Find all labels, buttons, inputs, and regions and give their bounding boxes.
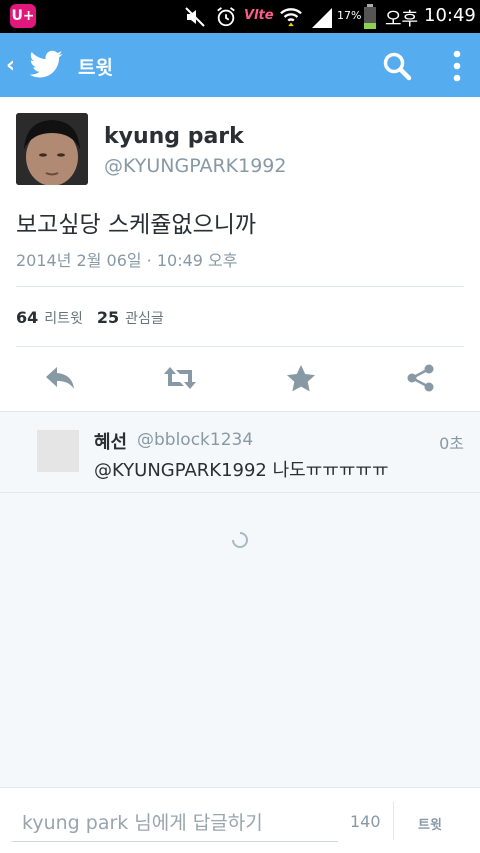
share-icon[interactable] — [405, 363, 437, 393]
alarm-icon — [217, 7, 235, 27]
status-bar: U+ Vlte 17% 오후 10:49 — [0, 0, 480, 33]
volte-indicator: Vlte — [244, 8, 274, 23]
send-tweet-button[interactable]: 트윗 — [418, 814, 442, 833]
favorites-stat[interactable]: 25 관심글 — [97, 308, 164, 327]
reply-compose-bar: 140 트윗 — [0, 787, 480, 853]
avatar[interactable] — [16, 113, 88, 185]
reply-icon[interactable] — [44, 363, 76, 393]
back-chevron-icon[interactable]: ‹ — [6, 53, 15, 78]
wifi-icon — [280, 8, 302, 27]
reply-text: @KYUNGPARK1992 나도ㅠㅠㅠㅠㅠ — [94, 460, 389, 481]
tweet-text: 보고싶당 스케쥴없으니까 — [16, 212, 257, 238]
reply-timestamp: 0초 — [439, 434, 464, 453]
retweet-icon[interactable] — [162, 363, 198, 393]
clock-ampm: 오후 — [385, 9, 419, 30]
action-bar: ‹ 트윗 — [0, 33, 480, 97]
favorite-star-icon[interactable] — [285, 363, 317, 393]
divider — [393, 802, 394, 840]
favorites-label: 관심글 — [125, 311, 164, 327]
divider — [16, 286, 464, 287]
tweet-stats: 64 리트윗 25 관심글 — [16, 308, 164, 328]
search-icon[interactable] — [382, 51, 412, 81]
twitter-bird-icon[interactable] — [28, 47, 64, 83]
reply-tweet[interactable]: 혜선 @bblock1234 0초 @KYUNGPARK1992 나도ㅠㅠㅠㅠㅠ — [0, 411, 480, 493]
battery-icon — [364, 4, 376, 29]
reply-author-handle[interactable]: @bblock1234 — [137, 430, 253, 450]
mute-icon — [185, 7, 205, 27]
favorites-count: 25 — [96, 308, 120, 327]
loading-spinner-icon — [232, 532, 248, 548]
divider — [16, 346, 464, 347]
reply-input[interactable] — [12, 804, 338, 842]
author-handle[interactable]: @KYUNGPARK1992 — [104, 155, 287, 177]
retweets-count: 64 — [16, 308, 39, 327]
tweet-timestamp: 2014년 2월 06일 · 10:49 오후 — [16, 251, 238, 270]
battery-percent: 17% — [337, 9, 362, 22]
profile-photo — [16, 113, 88, 185]
retweets-stat[interactable]: 64 리트윗 — [16, 308, 83, 327]
carrier-logo: U+ — [10, 4, 36, 28]
author-name[interactable]: kyung park — [104, 124, 244, 149]
overflow-menu-icon[interactable] — [446, 49, 468, 83]
reply-avatar[interactable] — [37, 430, 79, 472]
tweet-detail: kyung park @KYUNGPARK1992 보고싶당 스케쥴없으니까 2… — [0, 97, 480, 411]
clock: 10:49 — [424, 5, 476, 26]
character-count: 140 — [350, 812, 381, 831]
retweets-label: 리트윗 — [44, 311, 83, 327]
signal-icon — [312, 8, 332, 28]
reply-author-name[interactable]: 혜선 — [94, 428, 127, 454]
screen-title: 트윗 — [78, 57, 113, 79]
